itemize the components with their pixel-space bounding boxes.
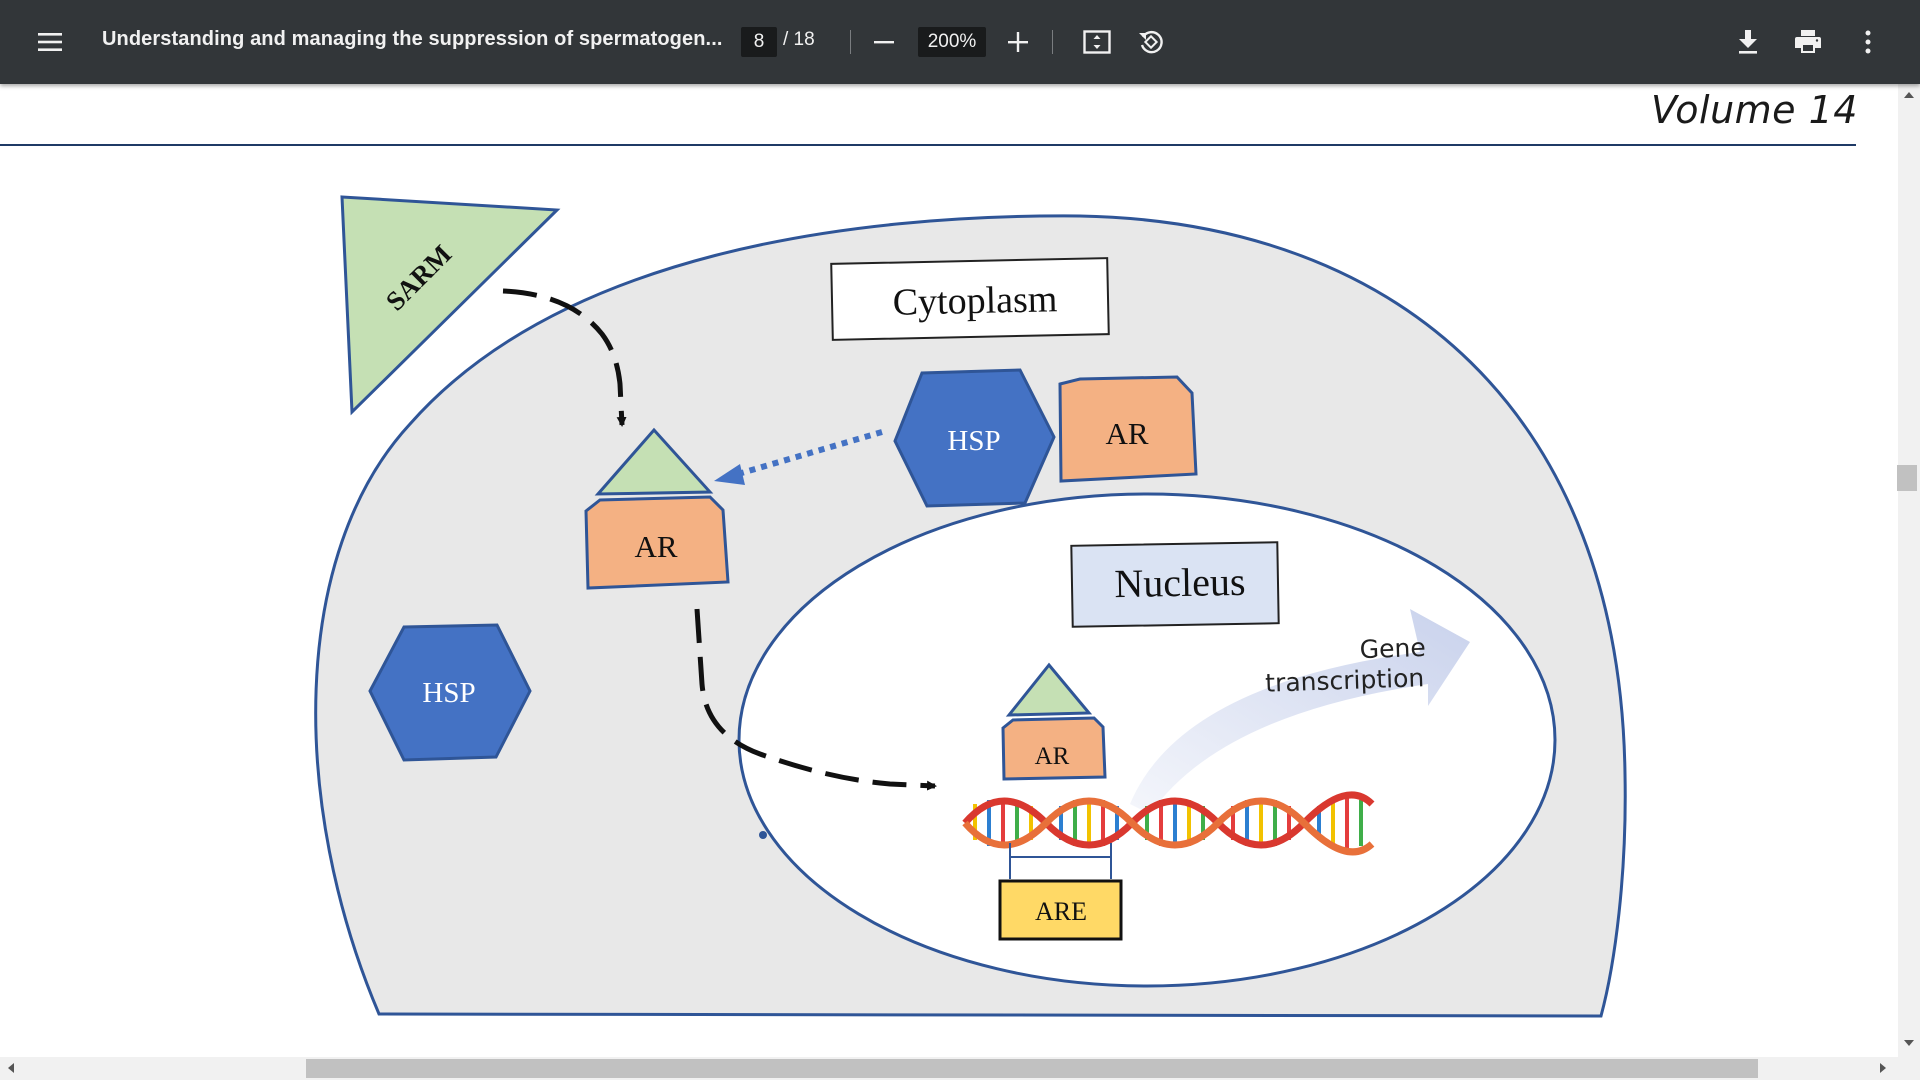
zoom-level-input[interactable]: 200%	[918, 27, 986, 57]
print-button[interactable]	[1786, 20, 1830, 64]
fit-page-icon	[1083, 30, 1111, 54]
ar-top-label: AR	[1105, 416, 1148, 451]
rotate-button[interactable]	[1129, 20, 1173, 64]
download-button[interactable]	[1726, 20, 1770, 64]
more-vert-icon	[1865, 30, 1871, 54]
zoom-out-button[interactable]	[862, 20, 906, 64]
androgen-receptor-figure: SARM Cytoplasm HSP AR AR HSP Nucleus Gen…	[314, 195, 1627, 1018]
nucleus-label: Nucleus	[1114, 559, 1246, 606]
scroll-down-arrow[interactable]	[1904, 1040, 1914, 1046]
hsp-top-label: HSP	[947, 425, 1000, 457]
gene-label: Gene	[1359, 633, 1426, 664]
fit-to-page-button[interactable]	[1075, 20, 1119, 64]
toolbar-divider	[850, 30, 851, 54]
download-icon	[1739, 30, 1757, 54]
scroll-up-arrow[interactable]	[1904, 92, 1914, 98]
document-title: Understanding and managing the suppressi…	[102, 28, 723, 50]
zoom-in-button[interactable]	[996, 20, 1040, 64]
transcription-label: transcription	[1265, 663, 1425, 698]
vertical-scrollbar[interactable]	[1898, 84, 1920, 1057]
scroll-right-arrow[interactable]	[1880, 1063, 1886, 1073]
print-icon	[1795, 30, 1821, 53]
ar-nucleus-label: AR	[1035, 743, 1070, 770]
scroll-left-arrow[interactable]	[8, 1063, 14, 1073]
ar-mid-label: AR	[634, 529, 677, 564]
stray-dot	[759, 831, 767, 839]
document-viewport[interactable]: Volume 14 SARM Cytoplasm HSP AR AR HSP N…	[0, 84, 1898, 1057]
toolbar-divider	[1052, 30, 1053, 54]
hsp-left-label: HSP	[422, 677, 475, 709]
page-total: / 18	[783, 29, 815, 50]
are-label: ARE	[1035, 897, 1087, 926]
pdf-toolbar: Understanding and managing the suppressi…	[0, 0, 1920, 84]
plus-icon	[1008, 32, 1028, 52]
horizontal-scroll-thumb[interactable]	[306, 1059, 1758, 1078]
rotate-icon	[1139, 30, 1163, 54]
cytoplasm-label: Cytoplasm	[892, 278, 1058, 323]
more-options-button[interactable]	[1846, 20, 1890, 64]
page-number-input[interactable]: 8	[741, 27, 777, 57]
vertical-scroll-thumb[interactable]	[1897, 465, 1917, 491]
menu-icon	[38, 33, 62, 51]
menu-button[interactable]	[29, 20, 73, 64]
minus-icon	[874, 41, 894, 44]
